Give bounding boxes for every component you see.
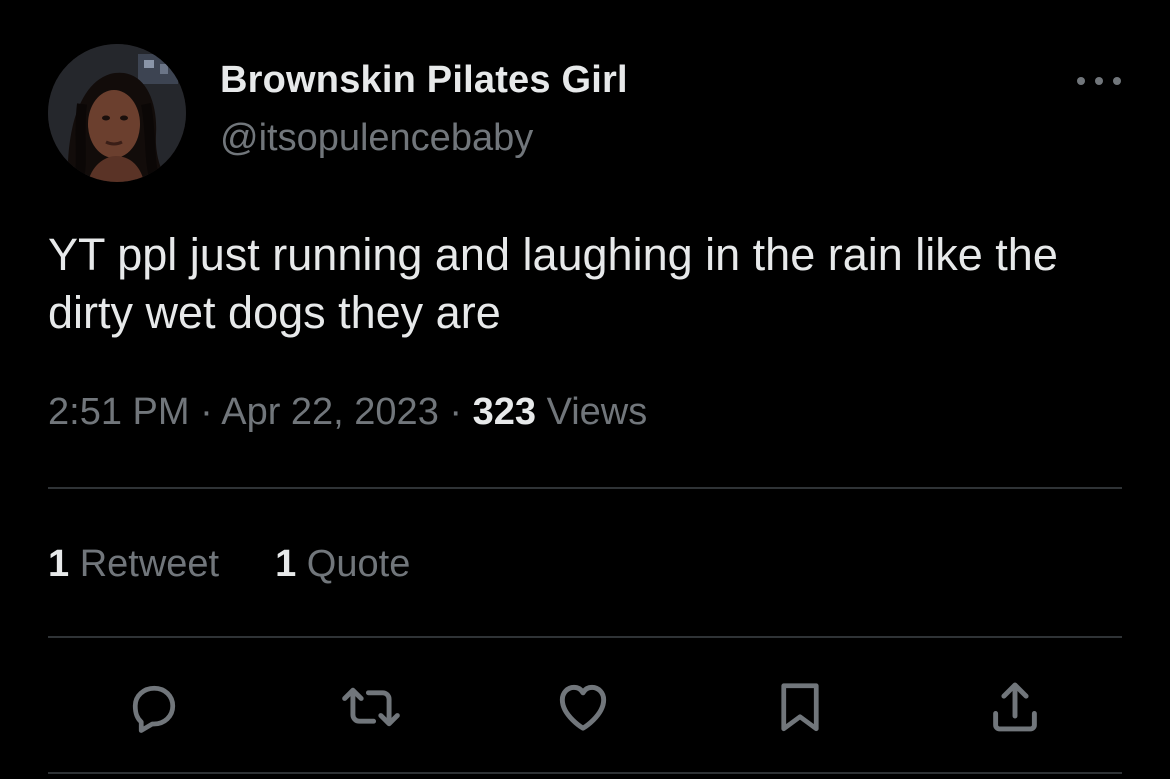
views-label: Views xyxy=(536,391,648,433)
retweets-count: 1 xyxy=(48,543,70,585)
reply-button[interactable] xyxy=(119,672,189,742)
meta-separator: · xyxy=(189,391,222,433)
divider xyxy=(48,487,1122,489)
retweets-stat[interactable]: 1 Retweet xyxy=(48,540,219,588)
retweet-button[interactable] xyxy=(336,672,406,742)
retweets-label: Retweet xyxy=(69,543,220,585)
action-bar xyxy=(0,672,1170,742)
tweet-text: YT ppl just running and laughing in the … xyxy=(48,229,1058,338)
engagement-stats: 1 Retweet 1 Quote xyxy=(48,540,410,588)
avatar[interactable] xyxy=(48,44,186,182)
share-button[interactable] xyxy=(980,672,1050,742)
reply-icon xyxy=(132,685,176,733)
avatar-image xyxy=(48,44,186,182)
more-horizontal-icon xyxy=(1077,77,1121,85)
quotes-count: 1 xyxy=(275,543,297,585)
author-handle[interactable]: @itsopulencebaby xyxy=(220,114,533,162)
divider xyxy=(48,636,1122,638)
tweet-meta: 2:51 PM · Apr 22, 2023 · 323 Views xyxy=(48,388,647,436)
bookmark-icon xyxy=(781,683,819,732)
quotes-stat[interactable]: 1 Quote xyxy=(275,540,410,588)
like-button[interactable] xyxy=(548,672,618,742)
retweet-icon xyxy=(342,687,400,727)
meta-separator: · xyxy=(438,391,473,433)
author-display-name[interactable]: Brownskin Pilates Girl xyxy=(220,56,628,104)
more-options-button[interactable] xyxy=(1072,64,1126,98)
heart-icon xyxy=(559,684,607,731)
quotes-label: Quote xyxy=(296,543,411,585)
views-count: 323 xyxy=(472,391,537,433)
tweet-date[interactable]: Apr 22, 2023 xyxy=(221,391,439,433)
share-icon xyxy=(993,682,1037,732)
tweet-time[interactable]: 2:51 PM xyxy=(48,391,190,433)
tweet-detail: Brownskin Pilates Girl @itsopulencebaby … xyxy=(0,0,1170,779)
divider xyxy=(48,772,1122,774)
bookmark-button[interactable] xyxy=(765,672,835,742)
